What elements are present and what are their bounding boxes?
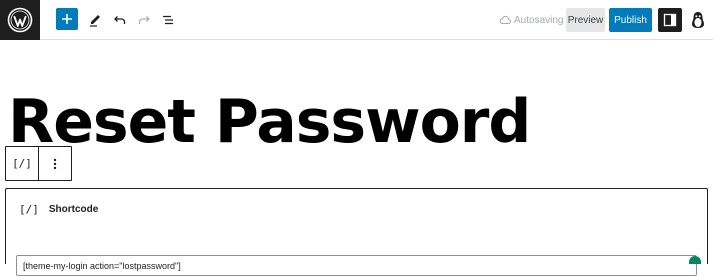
shortcode-block-label: [/] Shortcode: [19, 203, 98, 216]
shortcode-icon: [/]: [12, 157, 32, 170]
post-title[interactable]: Reset Password: [8, 87, 531, 157]
tools-edit-button[interactable]: [83, 8, 107, 32]
redo-button[interactable]: [132, 8, 156, 32]
wordpress-logo-button[interactable]: [0, 0, 40, 40]
list-view-icon: [163, 15, 173, 25]
settings-toggle-button[interactable]: [658, 8, 682, 32]
redo-icon: [138, 16, 150, 24]
cloud-icon: [499, 15, 511, 24]
sidebar-icon: [663, 13, 677, 27]
document-overview-button[interactable]: [156, 8, 180, 32]
preview-button[interactable]: Preview: [566, 8, 605, 32]
block-toolbar: [/]: [5, 146, 72, 181]
block-type-button[interactable]: [/]: [6, 147, 39, 180]
undo-icon: [114, 16, 126, 24]
editor-top-toolbar: Autosaving Preview Publish: [0, 0, 713, 40]
block-options-button[interactable]: [39, 147, 71, 180]
shortcode-input[interactable]: [16, 255, 697, 276]
shortcode-icon: [/]: [19, 203, 39, 216]
penguin-user-icon: [692, 12, 704, 28]
shortcode-label-text: Shortcode: [48, 204, 99, 215]
plus-icon: [62, 14, 72, 24]
pencil-icon: [90, 15, 100, 27]
undo-button[interactable]: [108, 8, 132, 32]
add-block-button[interactable]: [56, 8, 78, 30]
autosave-status: Autosaving: [499, 12, 563, 28]
shortcode-block[interactable]: [/] Shortcode: [5, 188, 708, 264]
plugin-user-button[interactable]: [688, 8, 708, 32]
floating-badge[interactable]: [689, 256, 701, 264]
autosave-label: Autosaving: [514, 14, 564, 26]
wordpress-logo-icon: [7, 7, 33, 33]
more-vertical-icon: [53, 158, 57, 169]
publish-button[interactable]: Publish: [609, 8, 652, 32]
